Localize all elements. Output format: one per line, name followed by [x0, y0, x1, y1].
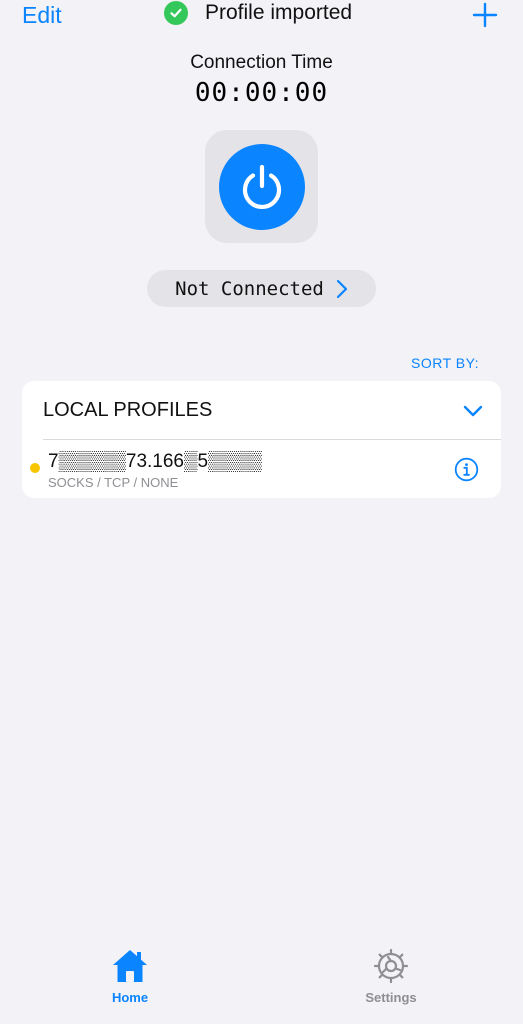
- section-title: LOCAL PROFILES: [43, 399, 213, 421]
- info-icon: [454, 457, 479, 482]
- profile-type: SOCKS / TCP / NONE: [48, 475, 179, 490]
- profile-info-button[interactable]: [454, 457, 479, 482]
- power-icon: [242, 164, 281, 209]
- plus-icon: [472, 2, 498, 28]
- toast-message: Profile imported: [205, 1, 353, 24]
- home-icon: [113, 950, 147, 982]
- tab-label: Home: [111, 990, 149, 1005]
- connection-status-button[interactable]: Not Connected: [147, 270, 376, 307]
- tab-home[interactable]: Home: [75, 948, 185, 1010]
- checkmark-circle-icon: [164, 1, 188, 25]
- gear-icon: [373, 948, 409, 984]
- connection-time-value: 00:00:00: [194, 78, 329, 108]
- profiles-card: LOCAL PROFILES 7▒▒▒▒▒73.166▒5▒▒▒▒ SOCKS …: [22, 381, 501, 498]
- sort-by-button[interactable]: SORT BY:: [411, 355, 479, 371]
- chevron-right-icon: [336, 279, 347, 298]
- status-dot: [30, 463, 40, 473]
- power-button[interactable]: [218, 143, 305, 230]
- connection-time-label: Connection Time: [190, 52, 333, 73]
- local-profiles-header[interactable]: LOCAL PROFILES: [22, 381, 501, 439]
- profile-address: 7▒▒▒▒▒73.166▒5▒▒▒▒: [48, 451, 262, 472]
- tab-label: Settings: [365, 990, 417, 1005]
- add-profile-button[interactable]: [470, 0, 500, 30]
- power-tile: [205, 130, 318, 243]
- tab-settings[interactable]: Settings: [336, 948, 446, 1010]
- connection-status-text: Not Connected: [175, 277, 324, 300]
- chevron-down-icon: [463, 405, 483, 417]
- import-toast: Profile imported: [164, 0, 352, 26]
- edit-button[interactable]: Edit: [22, 2, 62, 29]
- profile-row[interactable]: 7▒▒▒▒▒73.166▒5▒▒▒▒ SOCKS / TCP / NONE: [22, 440, 501, 498]
